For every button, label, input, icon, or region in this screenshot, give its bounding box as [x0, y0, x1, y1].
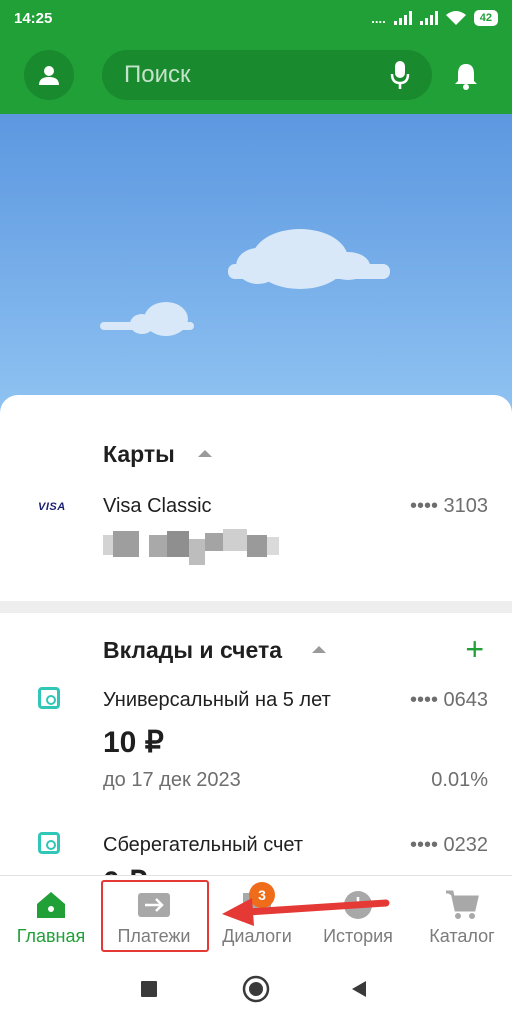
- account-number: •••• 0232: [409, 834, 488, 856]
- account-name: Универсальный на 5 лет: [103, 689, 331, 711]
- mic-icon: [390, 61, 410, 89]
- add-account-button[interactable]: +: [465, 633, 484, 665]
- status-time: 14:25: [14, 9, 53, 27]
- safe-icon: [38, 832, 60, 854]
- status-bar: 14:25 .... 42: [0, 0, 512, 36]
- cloud-illustration: [100, 229, 390, 336]
- nav-item-home[interactable]: Главная: [6, 876, 96, 956]
- accounts-section-title[interactable]: Вклады и счета: [103, 637, 282, 664]
- safe-icon: [38, 687, 60, 709]
- search-placeholder: Поиск: [124, 61, 191, 88]
- products-panel: Карты VISA Visa Classic •••• 3103 Вклады…: [0, 395, 512, 875]
- system-buttons: [141, 975, 366, 1003]
- account-amount: 0 ₽: [103, 865, 147, 875]
- account-name: Сберегательный счет: [103, 834, 304, 856]
- back-icon: [352, 981, 366, 997]
- cards-collapse-icon[interactable]: [198, 450, 212, 457]
- account-amount: 10 ₽: [103, 726, 164, 759]
- signal-icon: [393, 11, 412, 25]
- card-number: •••• 3103: [409, 495, 488, 517]
- nav-label-catalog: Каталог: [429, 926, 495, 946]
- status-icons: .... 42: [371, 10, 498, 26]
- system-navigation-bar: [0, 955, 512, 1024]
- person-icon: [39, 66, 59, 85]
- notifications-button[interactable]: [450, 60, 482, 92]
- mic-button[interactable]: [390, 60, 410, 90]
- accounts-collapse-icon[interactable]: [312, 646, 326, 653]
- visa-logo: VISA: [38, 501, 66, 513]
- bell-icon: [455, 64, 477, 90]
- highlight-box: [101, 880, 209, 952]
- home-icon: [37, 892, 65, 918]
- cart-icon: [446, 890, 479, 919]
- nav-item-catalog[interactable]: Каталог: [416, 876, 508, 956]
- dialogs-badge: 3: [249, 882, 275, 908]
- history-icon: [344, 891, 372, 919]
- wifi-icon: [445, 11, 466, 25]
- profile-button[interactable]: [24, 50, 74, 100]
- account-number: •••• 0643: [409, 689, 488, 711]
- section-divider: [0, 601, 512, 613]
- card-name: Visa Classic: [103, 495, 212, 517]
- sky-banner: [0, 114, 512, 414]
- app-header: Поиск: [0, 36, 512, 114]
- nav-label-history: История: [323, 926, 393, 946]
- cards-section-title[interactable]: Карты: [103, 441, 175, 468]
- account-rate: 0.01%: [431, 769, 488, 791]
- signal-icon-2: [419, 11, 438, 25]
- recents-icon: [141, 981, 157, 997]
- account-date: до 17 дек 2023: [103, 769, 241, 791]
- battery-indicator: 42: [473, 10, 498, 26]
- nav-item-history[interactable]: История: [312, 876, 404, 956]
- hidden-balance: [103, 527, 288, 567]
- nav-label-dialogs: Диалоги: [222, 926, 292, 946]
- nav-label-home: Главная: [16, 926, 86, 946]
- notification-dots: ....: [371, 10, 386, 26]
- search-input[interactable]: Поиск: [102, 50, 432, 100]
